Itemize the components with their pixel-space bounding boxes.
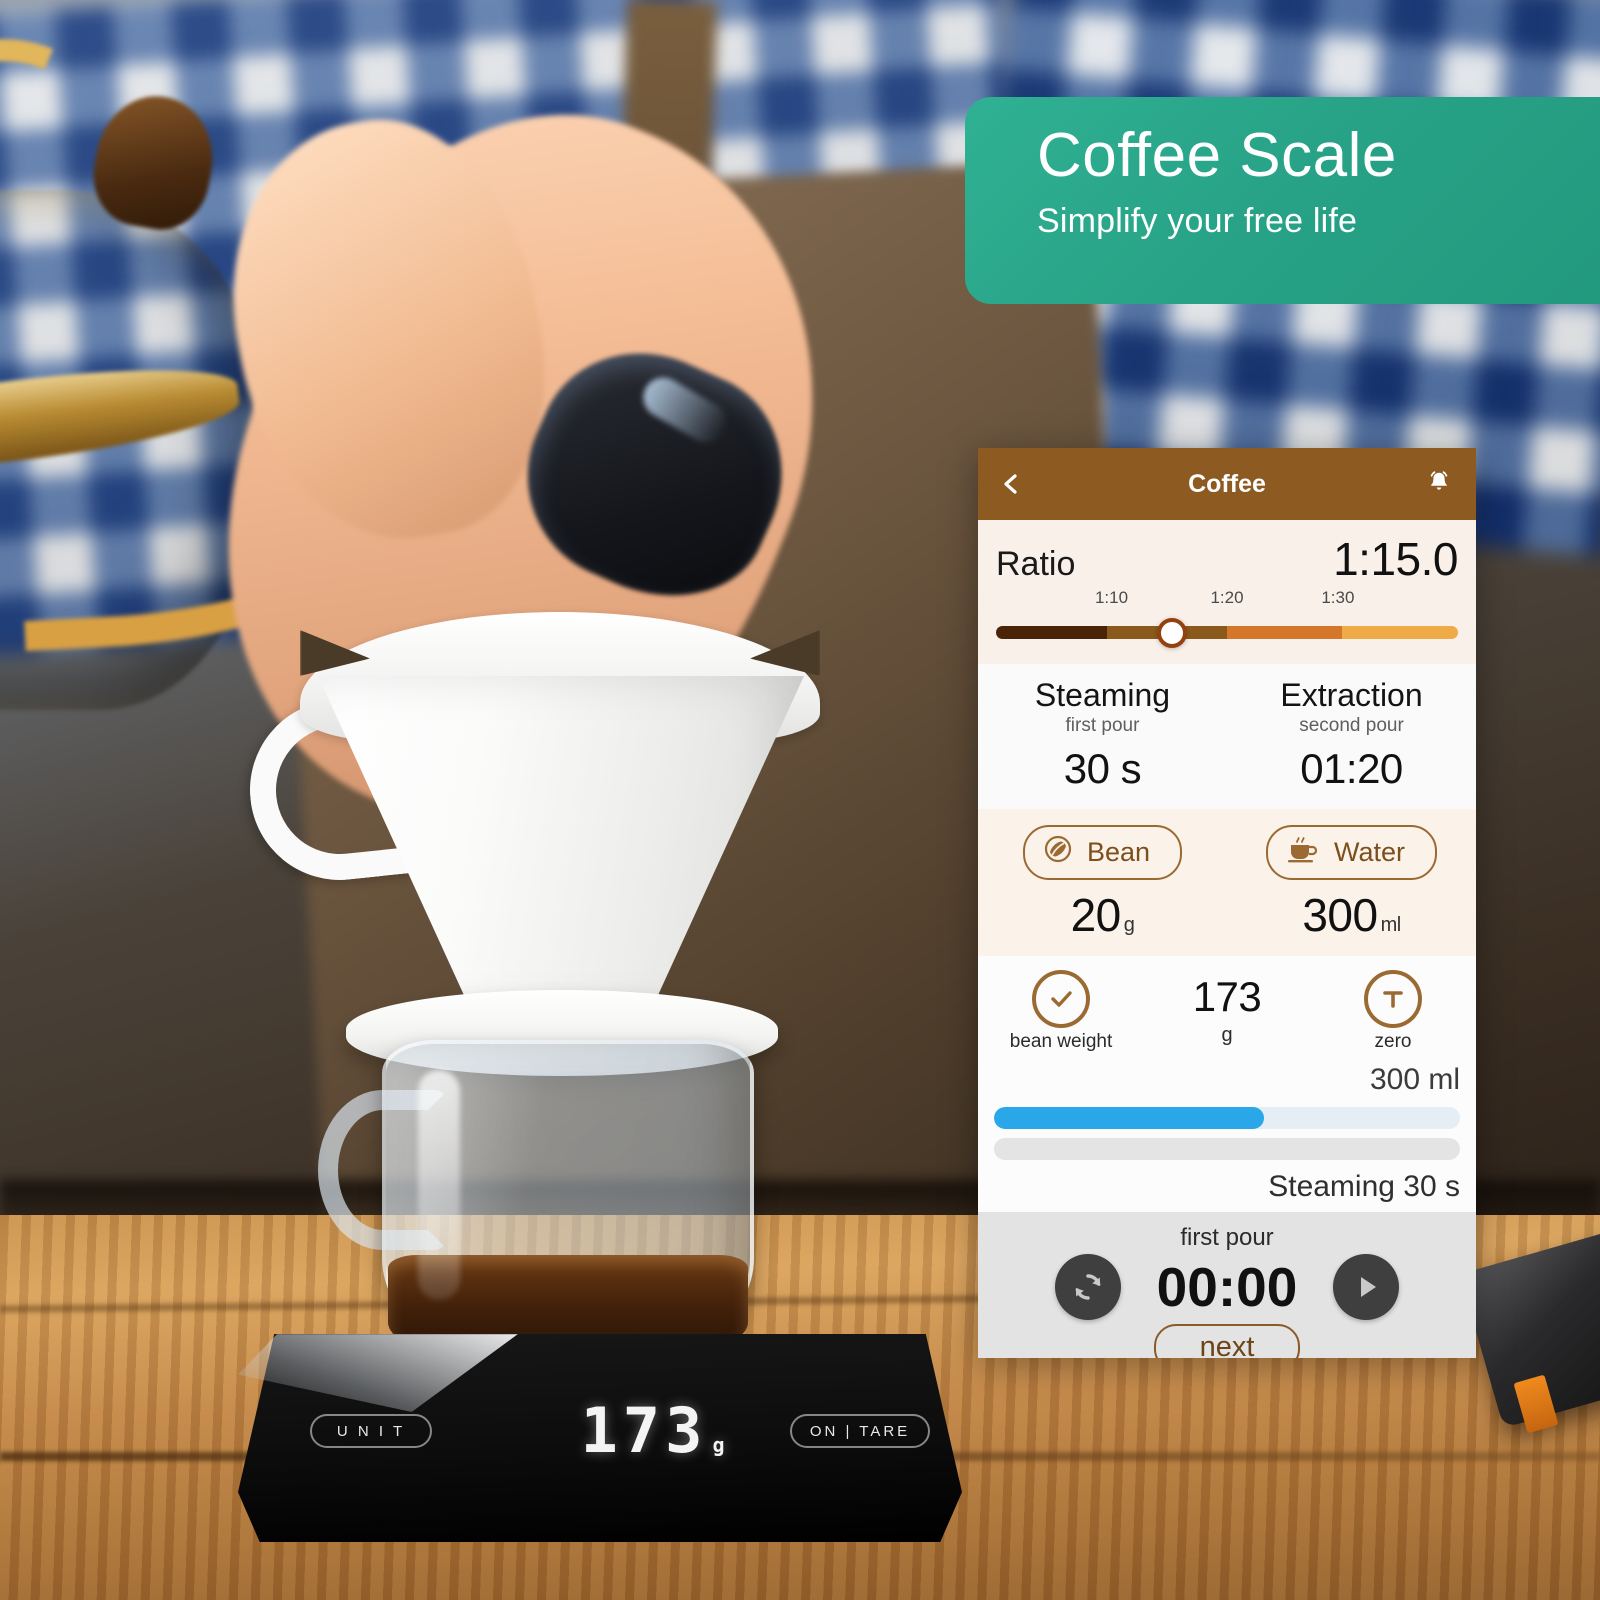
timer-controls-row: 00:00 [978, 1254, 1476, 1321]
ratio-tick-2: 1:20 [1210, 588, 1244, 607]
bean-water-section: Bean 20 g Water 300 ml [978, 809, 1476, 957]
ratio-slider[interactable] [996, 618, 1458, 648]
ratio-slider-segment-4 [1342, 626, 1458, 639]
weight-row: bean weight 173 g zero [978, 970, 1476, 1053]
current-weight-value: 173 [1192, 973, 1262, 1021]
bean-weight-label: bean weight [1009, 1031, 1113, 1053]
photo-carafe-highlight [418, 1070, 460, 1300]
pour-stage-title: Steaming [1034, 677, 1171, 713]
bean-weight-control[interactable]: bean weight [978, 970, 1144, 1053]
secondary-progress-bar [994, 1138, 1460, 1161]
promo-banner-subtitle: Simplify your free life [1037, 202, 1358, 241]
check-circle-icon[interactable] [1032, 970, 1090, 1029]
scale-lcd-unit: g [712, 1433, 730, 1457]
weight-section: bean weight 173 g zero [978, 956, 1476, 1060]
timer-section: first pour 00:00 next [978, 1212, 1476, 1358]
app-screenshot-panel: Coffee Ratio 1:15.0 1:10 1:20 1:30 Steam… [978, 448, 1476, 1358]
water-unit: ml [1380, 914, 1402, 937]
ratio-tick-1: 1:10 [1094, 588, 1129, 607]
promo-banner-title: Coffee Scale [1037, 121, 1397, 190]
ratio-slider-segment-1 [996, 626, 1107, 639]
bell-icon[interactable] [1424, 467, 1454, 502]
ratio-tick-labels: 1:10 1:20 1:30 [996, 588, 1458, 612]
next-button[interactable]: next [1153, 1324, 1301, 1358]
scale-lcd-display: 173 g [560, 1394, 750, 1467]
coffee-cup-icon [1286, 834, 1320, 871]
app-title: Coffee [1188, 469, 1266, 498]
ratio-row: Ratio 1:15.0 [996, 532, 1458, 586]
progress-status-label: Steaming 30 s [1268, 1170, 1460, 1204]
scale-unit-button[interactable]: U N I T [310, 1414, 432, 1448]
water-chip-button[interactable]: Water [1265, 825, 1437, 881]
bean-value: 20 [1070, 889, 1122, 942]
ratio-label: Ratio [996, 545, 1076, 583]
pour-stage-subtitle: second pour [1299, 715, 1404, 737]
water-value: 300 [1302, 889, 1378, 942]
bean-value-row[interactable]: 20 g [978, 888, 1227, 942]
tare-t-icon[interactable] [1364, 970, 1422, 1029]
timer-digits: 00:00 [1156, 1256, 1298, 1319]
promo-banner: Coffee Scale Simplify your free life [965, 97, 1600, 304]
bean-column: Bean 20 g [978, 825, 1227, 942]
pour-stages-section: Steaming first pour 30 s Extraction seco… [978, 664, 1476, 810]
pour-stage-steaming: Steaming first pour 30 s [978, 677, 1227, 793]
ratio-tick-3: 1:30 [1321, 588, 1355, 607]
ratio-slider-segment-3 [1226, 626, 1343, 639]
progress-section: 300 ml Steaming 30 s [978, 1059, 1476, 1213]
timer-caption: first pour [1180, 1224, 1274, 1252]
ratio-slider-knob[interactable] [1156, 618, 1187, 648]
bean-chip-button[interactable]: Bean [1022, 825, 1183, 881]
ratio-section: Ratio 1:15.0 1:10 1:20 1:30 [978, 520, 1476, 664]
bean-chip-label: Bean [1086, 837, 1151, 868]
play-icon[interactable] [1333, 1254, 1400, 1321]
ratio-value: 1:15.0 [1333, 533, 1458, 585]
app-header: Coffee [978, 448, 1476, 520]
back-chevron-icon[interactable] [1000, 473, 1022, 495]
water-value-row[interactable]: 300 ml [1227, 888, 1476, 942]
water-column: Water 300 ml [1227, 825, 1476, 942]
zero-tare-control[interactable]: zero [1310, 970, 1476, 1053]
scale-lcd-value: 173 [580, 1394, 708, 1467]
pour-stage-title: Extraction [1280, 677, 1423, 713]
pour-stage-extraction: Extraction second pour 01:20 [1227, 677, 1476, 793]
pour-stage-time[interactable]: 30 s [978, 745, 1227, 793]
screenshot-root: U N I T ON | TARE 173 g Coffee Scale Sim… [0, 0, 1600, 1600]
pour-stage-time[interactable]: 01:20 [1227, 745, 1476, 793]
water-progress-bar [994, 1107, 1460, 1130]
progress-target-label: 300 ml [1369, 1063, 1460, 1097]
current-weight-unit: g [1221, 1024, 1233, 1047]
water-progress-fill [994, 1107, 1265, 1130]
zero-label: zero [1374, 1031, 1412, 1053]
current-weight-readout: 173 g [1144, 976, 1310, 1047]
bean-unit: g [1123, 914, 1135, 937]
pour-stage-subtitle: first pour [1065, 715, 1140, 737]
water-chip-label: Water [1333, 837, 1405, 868]
refresh-circle-icon[interactable] [1054, 1254, 1121, 1321]
ratio-slider-track [996, 626, 1458, 639]
scale-on-tare-button[interactable]: ON | TARE [790, 1414, 930, 1448]
coffee-bean-icon [1043, 834, 1073, 871]
